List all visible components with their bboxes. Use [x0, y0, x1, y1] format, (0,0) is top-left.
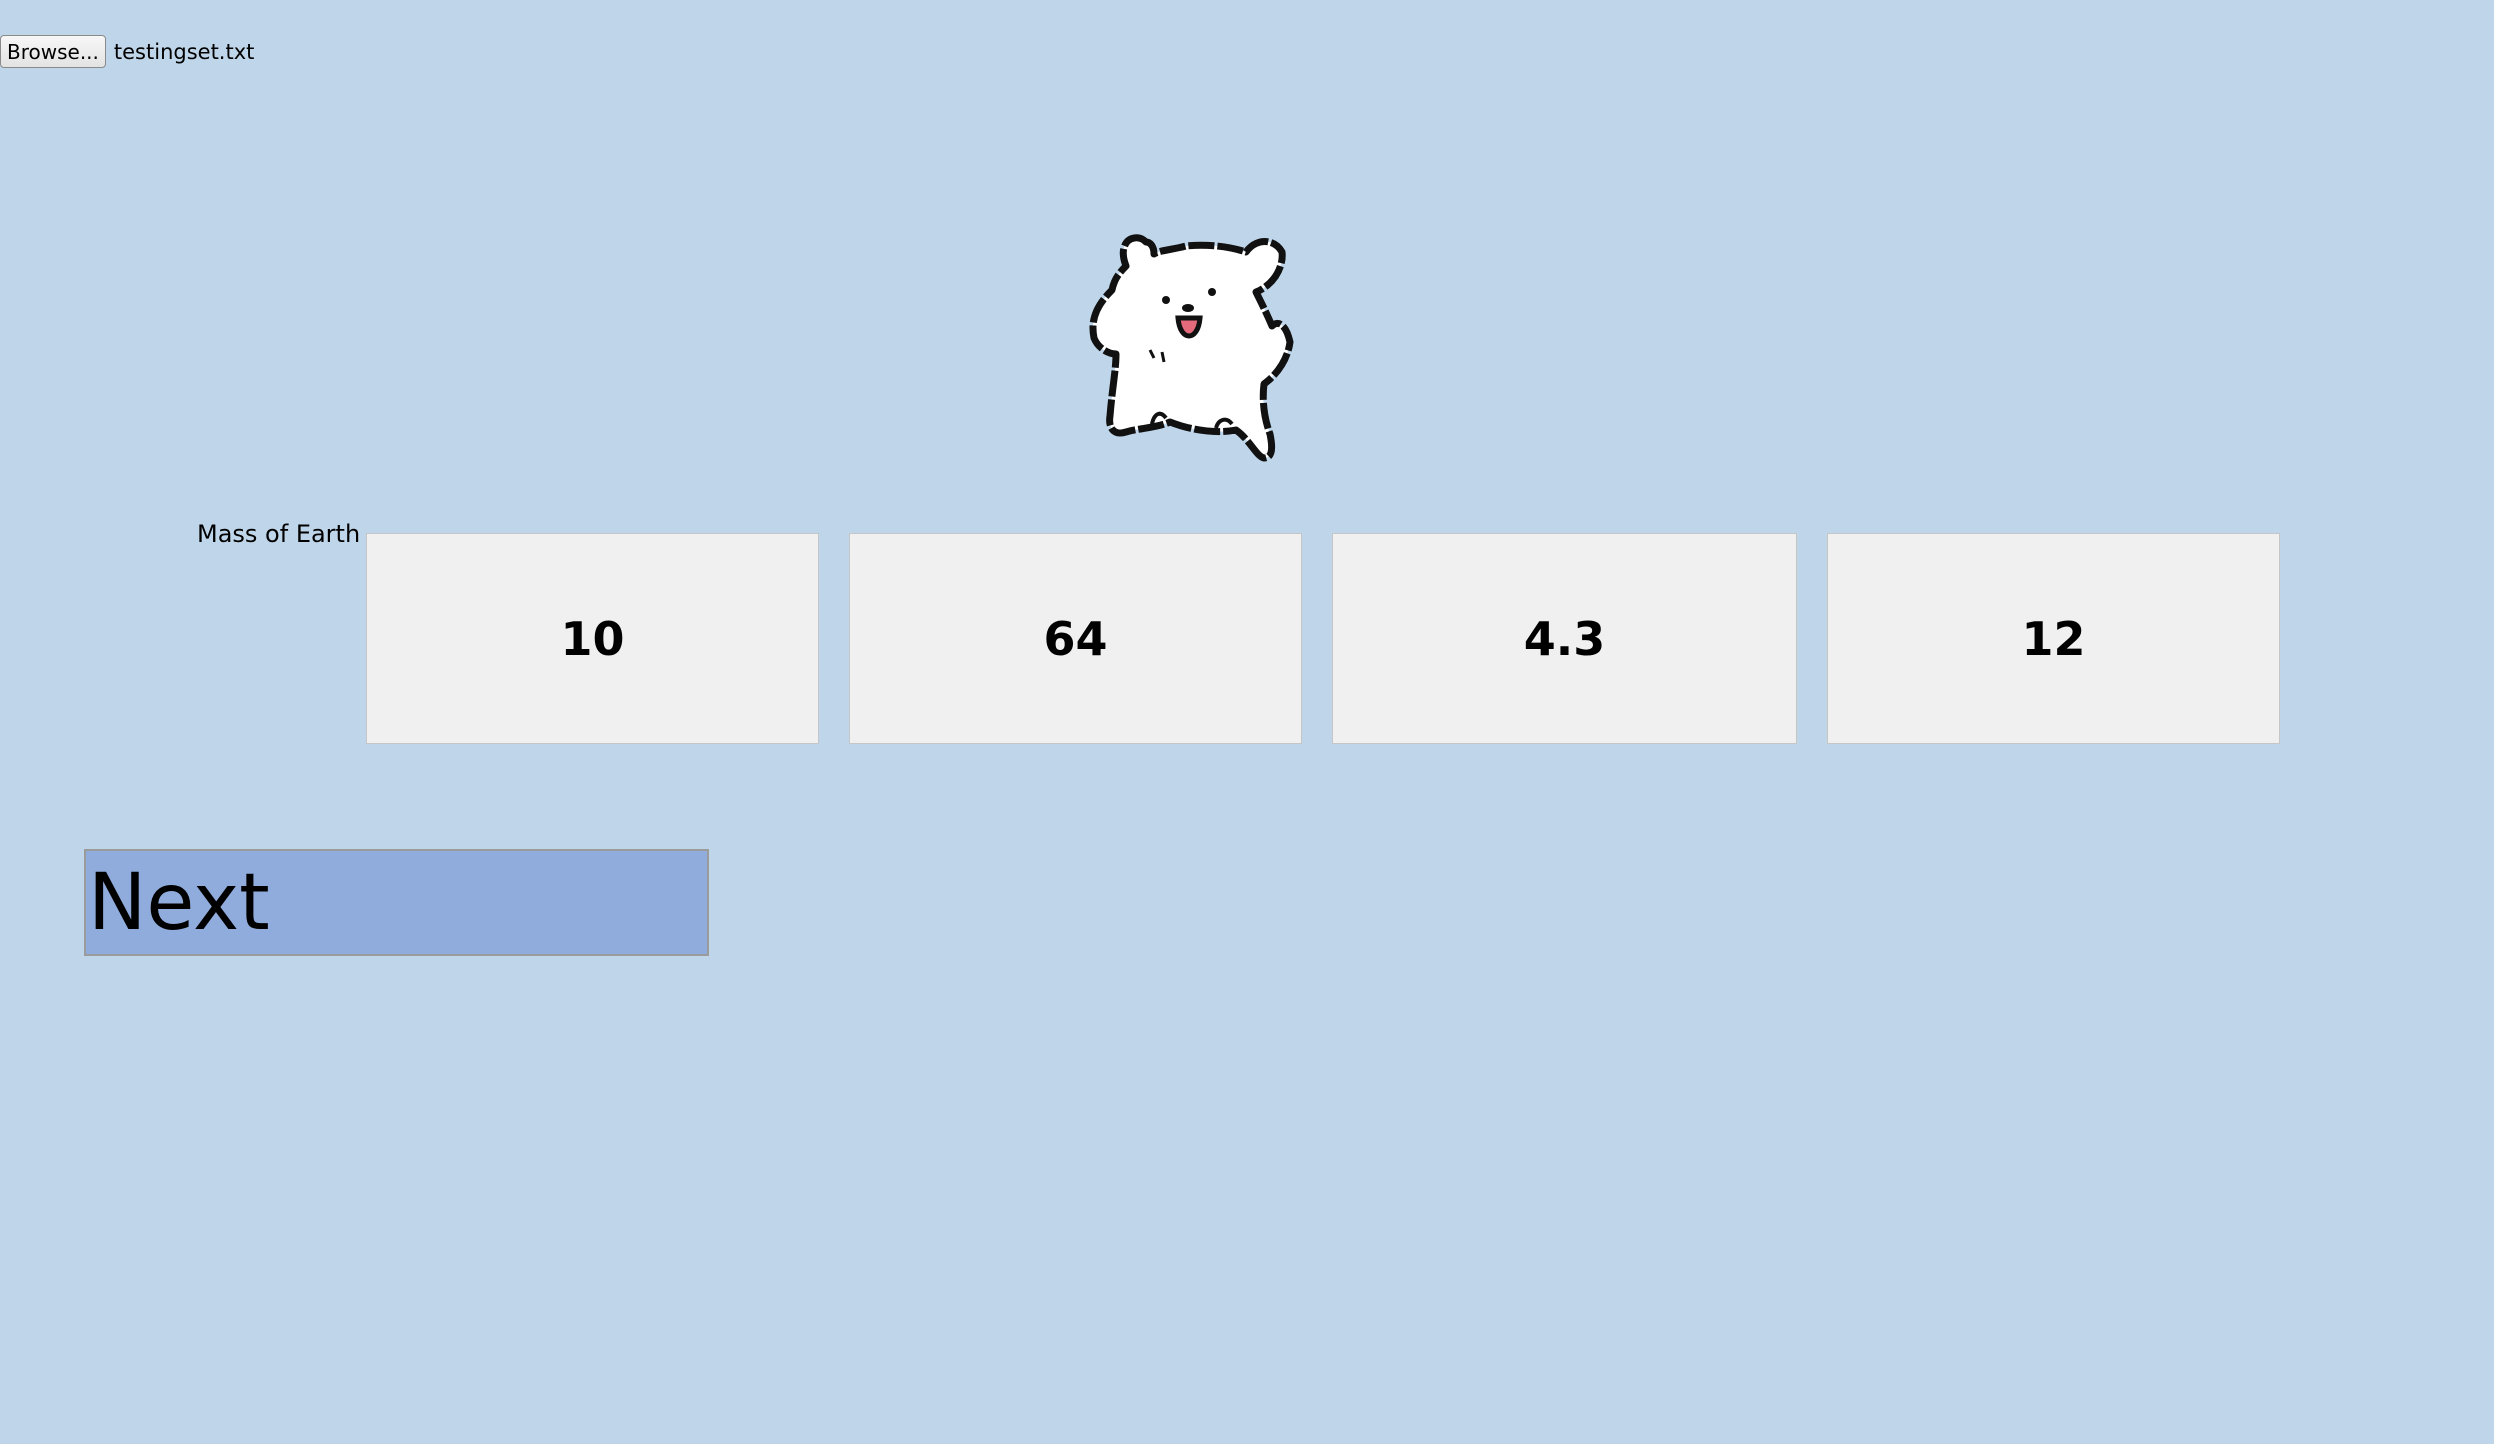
answer-button-3[interactable]: 4.3 — [1332, 533, 1797, 744]
question-label: Mass of Earth — [197, 520, 361, 548]
browse-button[interactable]: Browse... — [0, 35, 106, 68]
selected-file-name: testingset.txt — [113, 39, 255, 64]
answer-button-2[interactable]: 64 — [849, 533, 1302, 744]
answer-button-4[interactable]: 12 — [1827, 533, 2280, 744]
file-picker: Browse... testingset.txt — [0, 35, 254, 68]
next-button[interactable]: Next — [84, 849, 709, 956]
polar-bear-icon — [1089, 234, 1294, 462]
answer-button-1[interactable]: 10 — [366, 533, 819, 744]
